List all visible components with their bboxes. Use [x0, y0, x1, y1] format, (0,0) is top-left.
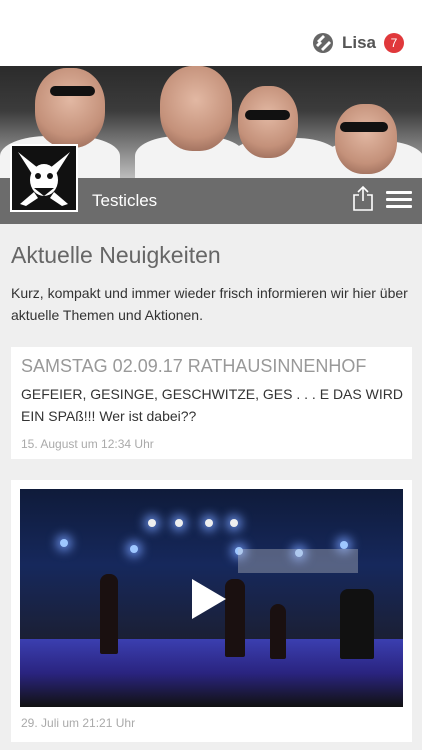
band-avatar[interactable] — [10, 144, 78, 212]
section-description: Kurz, kompakt und immer wieder frisch in… — [11, 285, 408, 323]
post-timestamp: 15. August um 12:34 Uhr — [21, 437, 154, 451]
band-logo-icon — [12, 146, 76, 210]
user-name[interactable]: Lisa — [342, 33, 376, 53]
band-name: Testicles — [92, 191, 158, 210]
play-icon[interactable] — [192, 579, 226, 619]
post-body: GEFEIER, GESINGE, GESCHWITZE, GES . . . … — [21, 386, 403, 424]
app-logo-icon — [312, 33, 333, 53]
post-timestamp: 29. Juli um 21:21 Uhr — [21, 716, 136, 730]
news-post-video[interactable]: 29. Juli um 21:21 Uhr — [11, 480, 412, 742]
concert-video[interactable] — [20, 489, 403, 707]
section-title: Aktuelle Neuigkeiten — [11, 242, 221, 268]
post-title: SAMSTAG 02.09.17 RATHAUSINNENHOF — [21, 356, 367, 376]
notification-badge[interactable]: 7 — [384, 33, 404, 53]
hamburger-menu-icon[interactable] — [386, 191, 412, 209]
top-bar: Lisa 7 — [0, 0, 422, 66]
user-profile[interactable]: Lisa 7 — [312, 32, 404, 54]
share-icon[interactable] — [352, 185, 374, 211]
news-post[interactable]: SAMSTAG 02.09.17 RATHAUSINNENHOF GEFEIER… — [11, 347, 412, 459]
